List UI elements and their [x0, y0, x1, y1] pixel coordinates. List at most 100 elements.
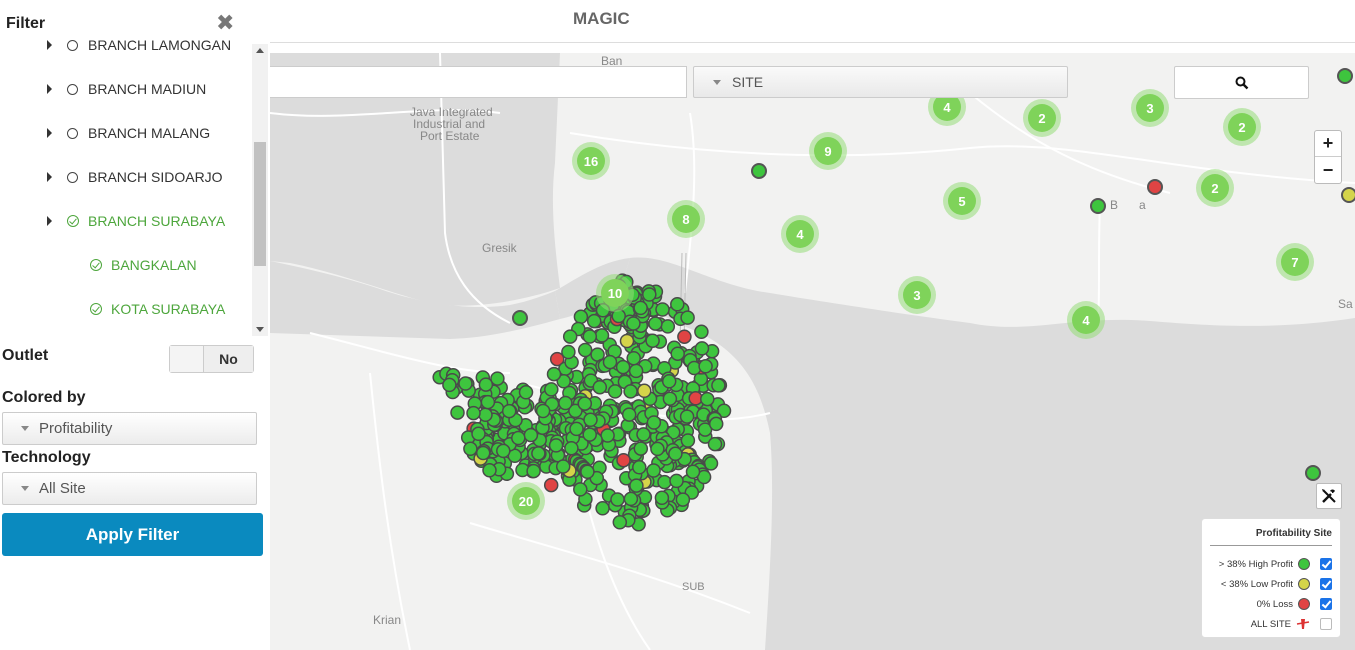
site-marker[interactable]: [580, 464, 595, 480]
site-marker[interactable]: [654, 490, 670, 506]
expand-arrow-icon[interactable]: [47, 128, 52, 138]
cluster-marker[interactable]: 3: [1131, 89, 1169, 127]
site-marker[interactable]: [526, 463, 541, 479]
cluster-marker[interactable]: 20: [507, 482, 545, 520]
tree-item-branch-madiun[interactable]: BRANCH MADIUN: [47, 78, 206, 100]
site-marker[interactable]: [471, 426, 486, 442]
apply-filter-button[interactable]: Apply Filter: [2, 513, 263, 556]
site-marker[interactable]: [544, 382, 559, 397]
site-marker[interactable]: [637, 383, 652, 399]
site-marker[interactable]: [1090, 198, 1106, 214]
site-marker[interactable]: [496, 443, 511, 459]
site-marker[interactable]: [657, 474, 672, 490]
site-marker[interactable]: [621, 407, 637, 422]
site-marker[interactable]: [677, 329, 692, 344]
site-marker[interactable]: [561, 344, 576, 360]
tree-item-bangkalan[interactable]: BANGKALAN: [90, 254, 197, 276]
site-marker[interactable]: [660, 319, 676, 334]
site-marker[interactable]: [573, 482, 588, 497]
site-marker[interactable]: [670, 346, 685, 361]
tree-item-branch-surabaya[interactable]: BRANCH SURABAYA: [47, 210, 225, 232]
tree-item-kota-surabaya[interactable]: KOTA SURABAYA: [90, 298, 225, 320]
all-site-checkbox[interactable]: [1320, 618, 1332, 630]
site-marker[interactable]: [623, 384, 638, 399]
check-circle-icon[interactable]: [90, 303, 102, 315]
site-marker[interactable]: [685, 464, 701, 480]
radio-icon[interactable]: [67, 171, 78, 183]
map-view[interactable]: Java Integrated Industrial and Port Esta…: [270, 53, 1355, 650]
site-marker[interactable]: [442, 377, 457, 393]
site-marker[interactable]: [646, 463, 661, 478]
site-marker[interactable]: [711, 378, 726, 393]
cluster-marker[interactable]: 2: [1023, 99, 1061, 137]
cluster-marker[interactable]: 4: [1067, 301, 1105, 339]
loss-checkbox[interactable]: [1320, 598, 1332, 610]
cluster-marker[interactable]: 2: [1223, 108, 1261, 146]
search-button[interactable]: [1174, 66, 1309, 99]
site-marker[interactable]: [475, 445, 491, 461]
site-marker[interactable]: [573, 309, 589, 325]
site-marker[interactable]: [670, 297, 685, 312]
tools-button[interactable]: [1316, 483, 1342, 509]
site-marker[interactable]: [751, 163, 767, 179]
site-marker[interactable]: [615, 359, 631, 375]
check-circle-icon[interactable]: [67, 215, 79, 227]
site-marker[interactable]: [650, 441, 665, 457]
site-marker[interactable]: [648, 316, 663, 331]
site-marker[interactable]: [675, 492, 691, 507]
outlet-toggle[interactable]: No: [169, 345, 254, 373]
check-circle-icon[interactable]: [90, 259, 102, 271]
cluster-marker[interactable]: 4: [781, 215, 819, 253]
site-marker[interactable]: [458, 376, 473, 391]
cluster-marker[interactable]: 9: [809, 132, 847, 170]
tree-scrollbar[interactable]: [252, 44, 268, 336]
site-marker[interactable]: [478, 377, 494, 392]
site-marker[interactable]: [535, 403, 551, 419]
site-marker[interactable]: [577, 342, 593, 358]
site-select[interactable]: SITE: [693, 66, 1068, 98]
cluster-marker[interactable]: 3: [898, 276, 936, 314]
site-marker[interactable]: [636, 427, 651, 442]
site-marker[interactable]: [562, 329, 578, 344]
site-marker[interactable]: [623, 491, 639, 507]
technology-select[interactable]: All Site: [2, 472, 257, 505]
site-marker[interactable]: [645, 333, 660, 348]
site-marker[interactable]: [586, 313, 602, 329]
high-profit-checkbox[interactable]: [1320, 558, 1332, 570]
site-marker[interactable]: [594, 328, 610, 343]
toggle-knob[interactable]: [170, 346, 204, 372]
cluster-marker[interactable]: 7: [1276, 243, 1314, 281]
zoom-in-button[interactable]: +: [1315, 131, 1341, 157]
site-marker[interactable]: [577, 396, 593, 411]
site-marker[interactable]: [512, 310, 528, 326]
site-marker[interactable]: [700, 391, 715, 407]
site-marker[interactable]: [642, 287, 657, 302]
site-marker[interactable]: [632, 460, 647, 475]
site-marker[interactable]: [607, 384, 623, 399]
cluster-marker[interactable]: 10: [596, 274, 634, 312]
site-marker-low-profit[interactable]: [1341, 187, 1355, 203]
site-marker[interactable]: [694, 341, 710, 356]
site-marker[interactable]: [669, 473, 684, 489]
site-marker[interactable]: [543, 477, 559, 493]
radio-icon[interactable]: [67, 39, 78, 51]
zoom-out-button[interactable]: −: [1315, 157, 1341, 183]
site-marker[interactable]: [633, 300, 648, 316]
site-marker[interactable]: [564, 440, 579, 456]
site-marker-loss[interactable]: [1147, 179, 1163, 195]
site-marker[interactable]: [582, 329, 598, 344]
cluster-marker[interactable]: 5: [943, 182, 981, 220]
site-marker[interactable]: [558, 395, 573, 411]
site-marker[interactable]: [450, 405, 465, 420]
site-marker[interactable]: [629, 478, 644, 493]
site-cluster-dense[interactable]: [432, 273, 732, 532]
site-marker[interactable]: [583, 412, 598, 428]
site-marker[interactable]: [595, 501, 610, 516]
scroll-thumb[interactable]: [254, 142, 266, 266]
site-marker[interactable]: [482, 463, 497, 478]
site-marker[interactable]: [646, 415, 662, 430]
tree-item-branch-sidoarjo[interactable]: BRANCH SIDOARJO: [47, 166, 223, 188]
site-marker[interactable]: [694, 324, 709, 340]
site-marker[interactable]: [602, 354, 618, 370]
site-marker[interactable]: [592, 379, 608, 395]
